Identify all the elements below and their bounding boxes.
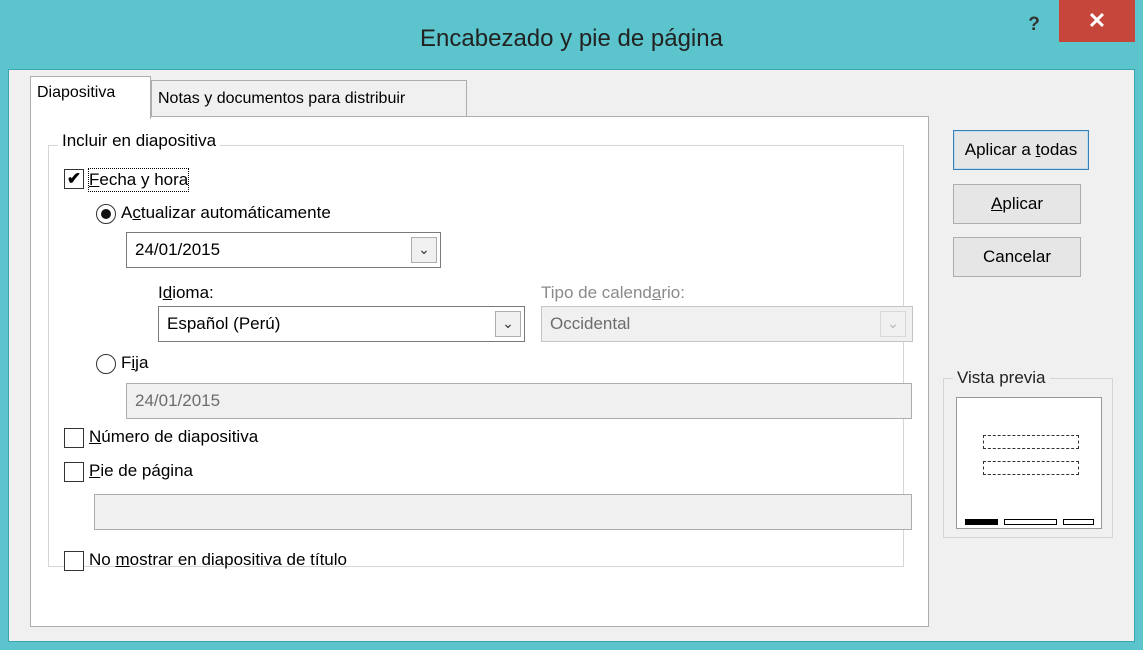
apply-to-all-button[interactable]: Aplicar a todas bbox=[953, 130, 1089, 170]
footer-text-input bbox=[94, 494, 912, 530]
language-dropdown-button[interactable]: ⌄ bbox=[495, 311, 521, 337]
apply-button[interactable]: Aplicar bbox=[953, 184, 1081, 224]
calendar-dropdown-button: ⌄ bbox=[880, 311, 906, 337]
close-button[interactable]: ✕ bbox=[1059, 0, 1135, 42]
include-group-label: Incluir en diapositiva bbox=[58, 131, 221, 151]
auto-update-radio[interactable] bbox=[96, 204, 116, 224]
date-time-label[interactable]: Fecha y hora bbox=[87, 168, 190, 192]
window-title: Encabezado y pie de página bbox=[420, 25, 723, 52]
dont-show-on-title-label: No mostrar en diapositiva de título bbox=[89, 550, 347, 569]
calendar-type-value: Occidental bbox=[550, 314, 631, 333]
slide-number-label: Número de diapositiva bbox=[89, 427, 259, 446]
date-format-select[interactable]: 24/01/2015 bbox=[126, 232, 441, 268]
preview-number-area bbox=[1063, 519, 1094, 525]
tab-slide[interactable]: Diapositiva bbox=[30, 76, 151, 119]
fixed-date-input: 24/01/2015 bbox=[126, 383, 912, 419]
language-label: Idioma: bbox=[158, 283, 214, 302]
language-value: Español (Perú) bbox=[167, 314, 281, 333]
preview-slide bbox=[956, 397, 1102, 529]
calendar-type-label: Tipo de calendario: bbox=[541, 283, 685, 302]
footer-checkbox[interactable] bbox=[64, 462, 84, 482]
auto-update-label: Actualizar automáticamente bbox=[121, 203, 331, 222]
preview-placeholder bbox=[983, 461, 1079, 475]
date-time-checkbox[interactable]: ✔ bbox=[64, 169, 84, 189]
tab-panel-slide: Incluir en diapositiva ✔ Fecha y hora Ac… bbox=[30, 116, 929, 627]
chevron-down-icon: ⌄ bbox=[502, 315, 514, 331]
calendar-type-select: Occidental bbox=[541, 306, 913, 342]
slide-number-checkbox[interactable] bbox=[64, 428, 84, 448]
footer-label: Pie de página bbox=[89, 461, 193, 480]
preview-date-area bbox=[965, 519, 998, 525]
date-format-value: 24/01/2015 bbox=[135, 240, 221, 259]
chevron-down-icon: ⌄ bbox=[418, 241, 430, 257]
fixed-label: Fija bbox=[121, 353, 149, 372]
preview-footer-area bbox=[1004, 519, 1057, 525]
dont-show-on-title-checkbox[interactable] bbox=[64, 551, 84, 571]
preview-group-label: Vista previa bbox=[953, 368, 1050, 388]
help-button[interactable]: ? bbox=[1016, 10, 1052, 40]
cancel-button[interactable]: Cancelar bbox=[953, 237, 1081, 277]
preview-date-placeholder bbox=[983, 435, 1079, 449]
fixed-radio[interactable] bbox=[96, 354, 116, 374]
language-select[interactable]: Español (Perú) bbox=[158, 306, 525, 342]
chevron-down-icon: ⌄ bbox=[887, 315, 899, 331]
check-icon: ✔ bbox=[66, 169, 82, 188]
tab-notes-handouts[interactable]: Notas y documentos para distribuir bbox=[151, 80, 467, 116]
close-icon: ✕ bbox=[1087, 8, 1107, 33]
date-format-dropdown-button[interactable]: ⌄ bbox=[411, 237, 437, 263]
radio-selected-dot bbox=[101, 209, 111, 219]
